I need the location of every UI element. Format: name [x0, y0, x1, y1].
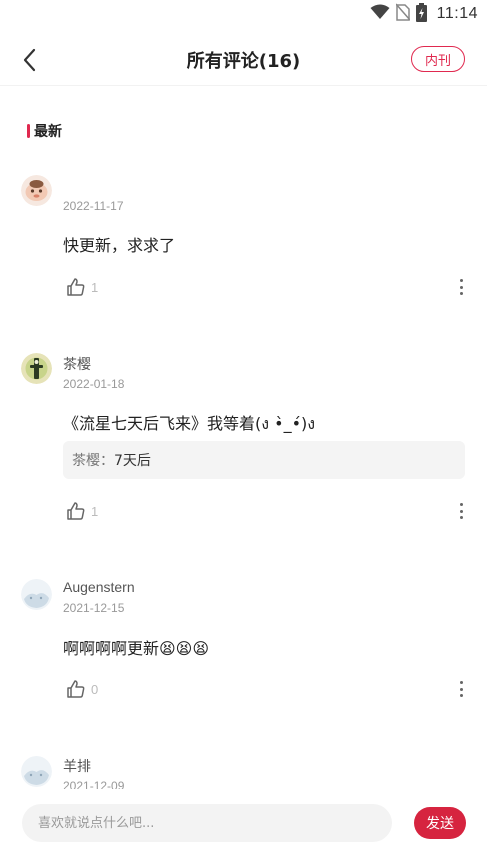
thumbs-up-icon — [67, 278, 85, 296]
status-icons: 11:14 — [370, 2, 478, 26]
section-title: 最新 — [27, 121, 62, 141]
status-time: 11:14 — [436, 5, 478, 22]
dot — [459, 509, 463, 513]
thumbs-up-icon — [67, 680, 85, 698]
avatar[interactable] — [21, 579, 52, 610]
comment-text: 啊啊啊啊更新😫😫😫 — [63, 639, 210, 658]
dot — [459, 694, 463, 697]
dot — [459, 503, 463, 506]
like-count: 1 — [91, 503, 99, 519]
reply-text: 7天后 — [114, 453, 151, 469]
section-title-text: 最新 — [34, 124, 62, 140]
avatar[interactable] — [21, 353, 52, 384]
dot — [459, 516, 463, 519]
internal-journal-button[interactable]: 内刊 — [411, 46, 465, 72]
dot — [459, 687, 463, 691]
comment-date: 2021-12-15 — [63, 601, 125, 615]
like-button[interactable]: 1 — [66, 277, 98, 297]
avatar[interactable] — [21, 175, 52, 206]
dot — [459, 285, 463, 289]
status-bar: 11:14 — [0, 0, 487, 28]
like-button[interactable]: 1 — [66, 501, 98, 521]
like-count: 1 — [91, 279, 99, 295]
like-count: 0 — [91, 681, 99, 697]
avatar[interactable] — [21, 756, 52, 787]
like-button[interactable]: 0 — [66, 679, 98, 699]
more-options-button[interactable] — [455, 679, 467, 699]
comment-input[interactable] — [22, 804, 392, 842]
comment-username: 茶樱 — [63, 356, 91, 372]
no-sim-icon — [395, 3, 411, 25]
comment-text: 《流星七天后飞来》我等着(ง •̀_•́)ง — [63, 414, 316, 433]
comment-input-bar: 发送 — [0, 789, 487, 865]
comment-date: 2022-11-17 — [63, 199, 124, 213]
dot — [459, 681, 463, 684]
reply-username: 茶樱： — [72, 453, 114, 469]
comment-text: 快更新，求求了 — [63, 236, 176, 255]
reply-preview[interactable]: 茶樱： 7天后 — [63, 441, 465, 479]
more-options-button[interactable] — [455, 501, 467, 521]
comment-username: 羊排 — [63, 758, 91, 774]
send-button[interactable]: 发送 — [414, 807, 466, 839]
dot — [459, 279, 463, 282]
wifi-icon — [370, 4, 390, 24]
dot — [459, 292, 463, 295]
section-accent-bar — [27, 124, 30, 138]
header: 所有评论(16) 内刊 — [0, 34, 487, 86]
comment-username: Augenstern — [63, 579, 135, 595]
comments-screen: 11:14 所有评论(16) 内刊 最新 2022-11-17 快更新，求求了 — [0, 0, 487, 865]
battery-charging-icon — [415, 2, 427, 26]
comment-date: 2022-01-18 — [63, 377, 125, 391]
more-options-button[interactable] — [455, 277, 467, 297]
thumbs-up-icon — [67, 502, 85, 520]
